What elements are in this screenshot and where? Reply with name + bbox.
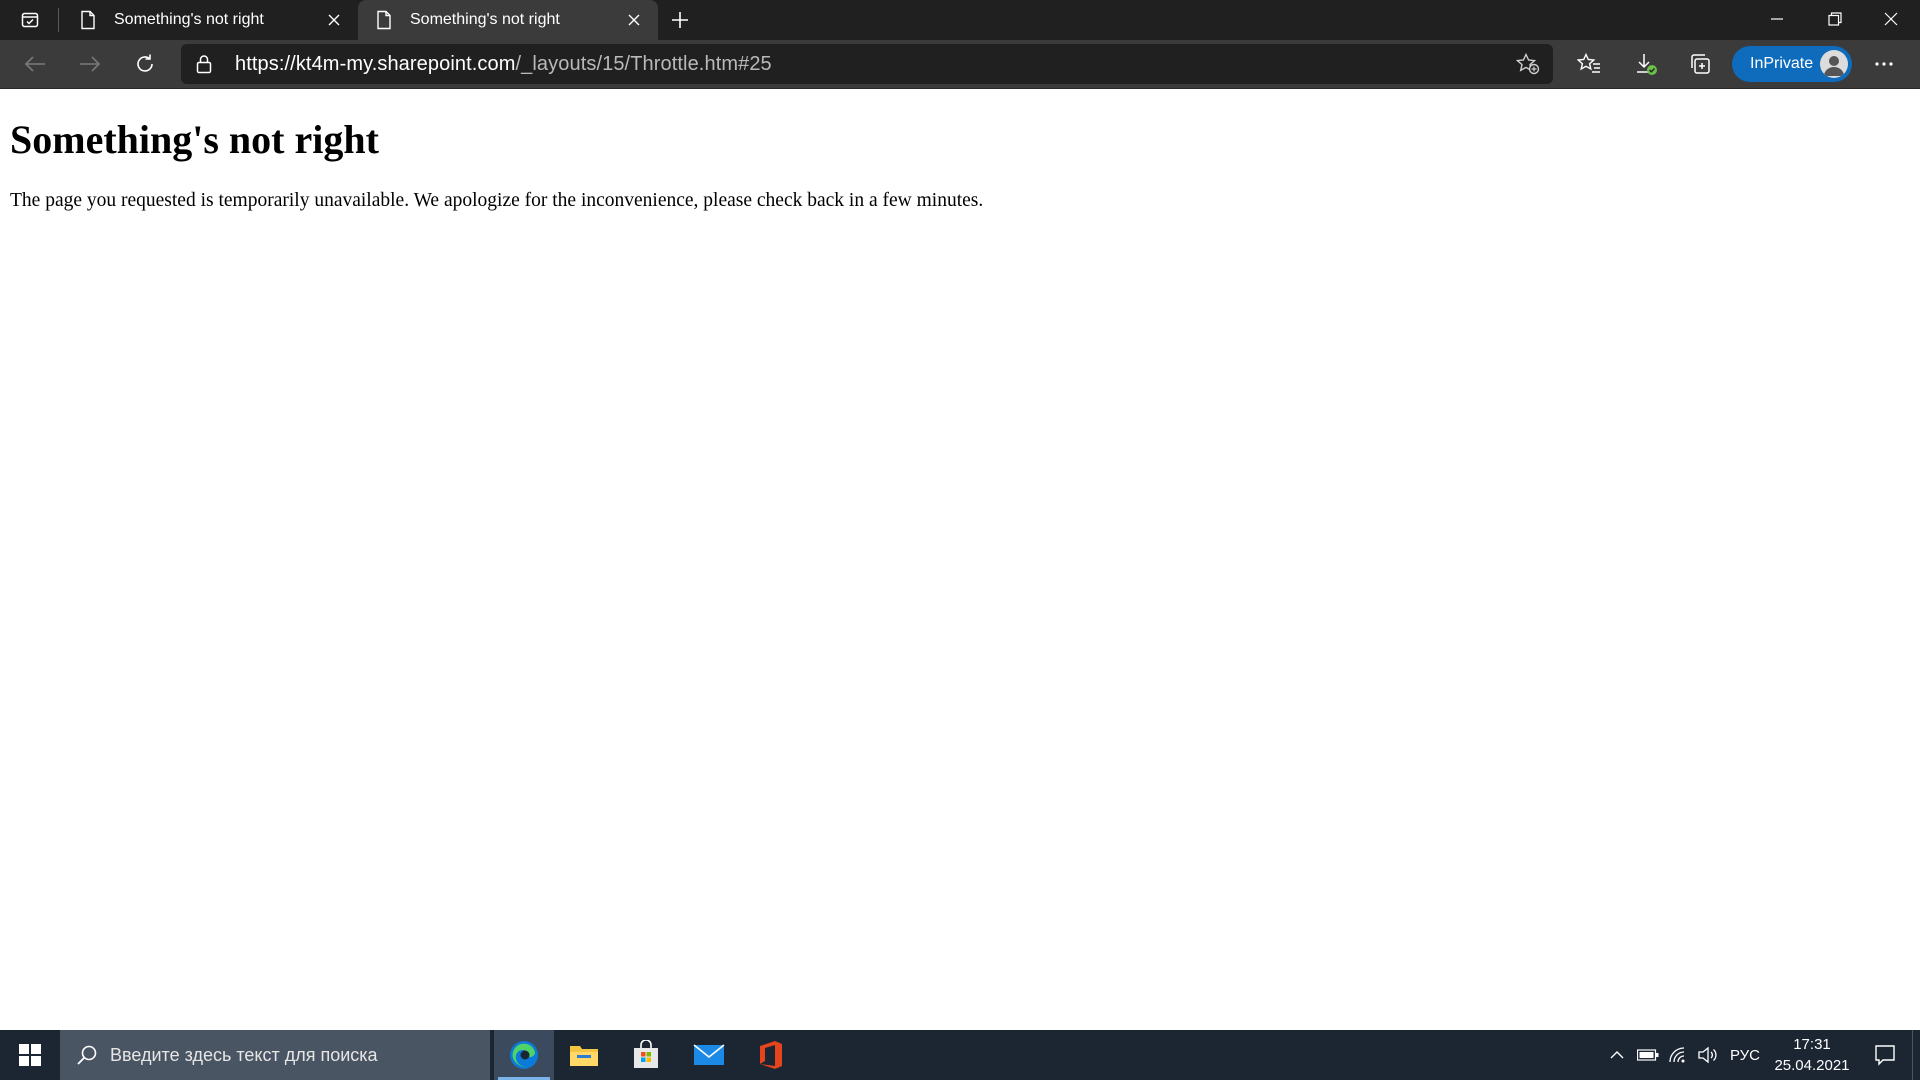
tab-strip: Something's not right Something's not ri…: [0, 0, 1920, 40]
url-host: https://kt4m-my.sharepoint.com: [235, 53, 516, 75]
close-tab-icon[interactable]: [622, 8, 646, 32]
downloads-button[interactable]: [1626, 46, 1666, 82]
tab-1[interactable]: Something's not right: [62, 0, 358, 40]
close-icon: [1884, 12, 1898, 26]
mail-icon: [693, 1044, 725, 1065]
more-icon: [1875, 62, 1893, 66]
taskbar-clock[interactable]: 17:31 25.04.2021: [1764, 1034, 1860, 1076]
favorites-button[interactable]: [1569, 46, 1609, 82]
notification-icon: [1875, 1045, 1895, 1066]
speaker-icon: [1698, 1046, 1717, 1064]
windows-logo-icon: [19, 1044, 41, 1066]
taskbar-edge[interactable]: [494, 1030, 554, 1080]
wifi-icon: [1669, 1047, 1685, 1063]
star-add-icon: [1516, 53, 1540, 75]
minimize-icon: [1771, 18, 1783, 20]
new-tab-button[interactable]: [664, 6, 696, 34]
search-placeholder: Введите здесь текст для поиска: [110, 1044, 378, 1065]
close-window-button[interactable]: [1862, 0, 1920, 38]
profile-avatar-icon: [1820, 50, 1848, 78]
tab-separator: [58, 8, 59, 32]
clock-time: 17:31: [1793, 1036, 1831, 1053]
settings-more-button[interactable]: [1864, 46, 1904, 82]
show-desktop-button[interactable]: [1912, 1030, 1920, 1080]
taskbar-search-box[interactable]: Введите здесь текст для поиска: [60, 1030, 490, 1080]
back-button[interactable]: [15, 46, 55, 82]
refresh-icon: [137, 54, 153, 72]
download-icon: [1637, 54, 1657, 75]
taskbar-store[interactable]: [616, 1030, 676, 1080]
restore-button[interactable]: [1806, 0, 1864, 38]
close-tab-icon[interactable]: [322, 8, 346, 32]
restore-icon: [1828, 12, 1842, 26]
chevron-up-icon: [1610, 1051, 1624, 1059]
url-text[interactable]: https://kt4m-my.sharepoint.com/_layouts/…: [235, 53, 772, 76]
lock-icon[interactable]: [195, 54, 213, 74]
browser-toolbar: https://kt4m-my.sharepoint.com/_layouts/…: [0, 40, 1920, 88]
file-explorer-icon: [570, 1046, 598, 1066]
refresh-button[interactable]: [125, 46, 165, 82]
page-heading: Something's not right: [10, 117, 379, 162]
add-favorite-button[interactable]: [1513, 50, 1543, 78]
tab-title: Something's not right: [114, 11, 264, 28]
taskbar-office[interactable]: [741, 1030, 801, 1080]
back-arrow-icon: [24, 56, 45, 72]
battery-icon: [1637, 1049, 1659, 1061]
clock-date: 25.04.2021: [1774, 1057, 1850, 1074]
url-path: /_layouts/15/Throttle.htm#25: [515, 53, 772, 75]
favorites-icon: [1577, 53, 1600, 73]
page-content: Something's not right The page you reque…: [0, 89, 1920, 1030]
office-icon: [760, 1041, 782, 1069]
search-icon: [76, 1044, 98, 1066]
inprivate-badge[interactable]: InPrivate: [1732, 46, 1852, 82]
taskbar-file-explorer[interactable]: [554, 1030, 614, 1080]
address-bar[interactable]: https://kt4m-my.sharepoint.com/_layouts/…: [181, 44, 1553, 84]
forward-button[interactable]: [70, 46, 110, 82]
taskbar: Введите здесь текст для поиска РУС 17:31…: [0, 1030, 1920, 1080]
plus-icon: [672, 12, 688, 28]
collections-button[interactable]: [1680, 46, 1720, 82]
tab-actions-icon: [21, 12, 39, 28]
battery-tray[interactable]: [1634, 1030, 1662, 1080]
volume-tray[interactable]: [1694, 1030, 1722, 1080]
notification-center-button[interactable]: [1862, 1030, 1908, 1080]
store-icon: [634, 1040, 658, 1068]
minimize-button[interactable]: [1748, 0, 1806, 38]
inprivate-label: InPrivate: [1750, 55, 1814, 72]
page-icon: [372, 8, 396, 32]
taskbar-mail[interactable]: [679, 1030, 739, 1080]
input-language[interactable]: РУС: [1726, 1030, 1764, 1080]
collections-icon: [1691, 54, 1710, 74]
tab-2-active[interactable]: Something's not right: [358, 0, 658, 40]
page-icon: [76, 8, 100, 32]
show-hidden-icons-button[interactable]: [1604, 1030, 1630, 1080]
network-tray[interactable]: [1664, 1030, 1692, 1080]
edge-icon: [510, 1041, 538, 1069]
forward-arrow-icon: [80, 56, 101, 72]
error-message: The page you requested is temporarily un…: [10, 190, 984, 211]
tab-actions-button[interactable]: [12, 6, 48, 34]
start-button[interactable]: [0, 1030, 60, 1080]
tab-title: Something's not right: [410, 11, 560, 28]
